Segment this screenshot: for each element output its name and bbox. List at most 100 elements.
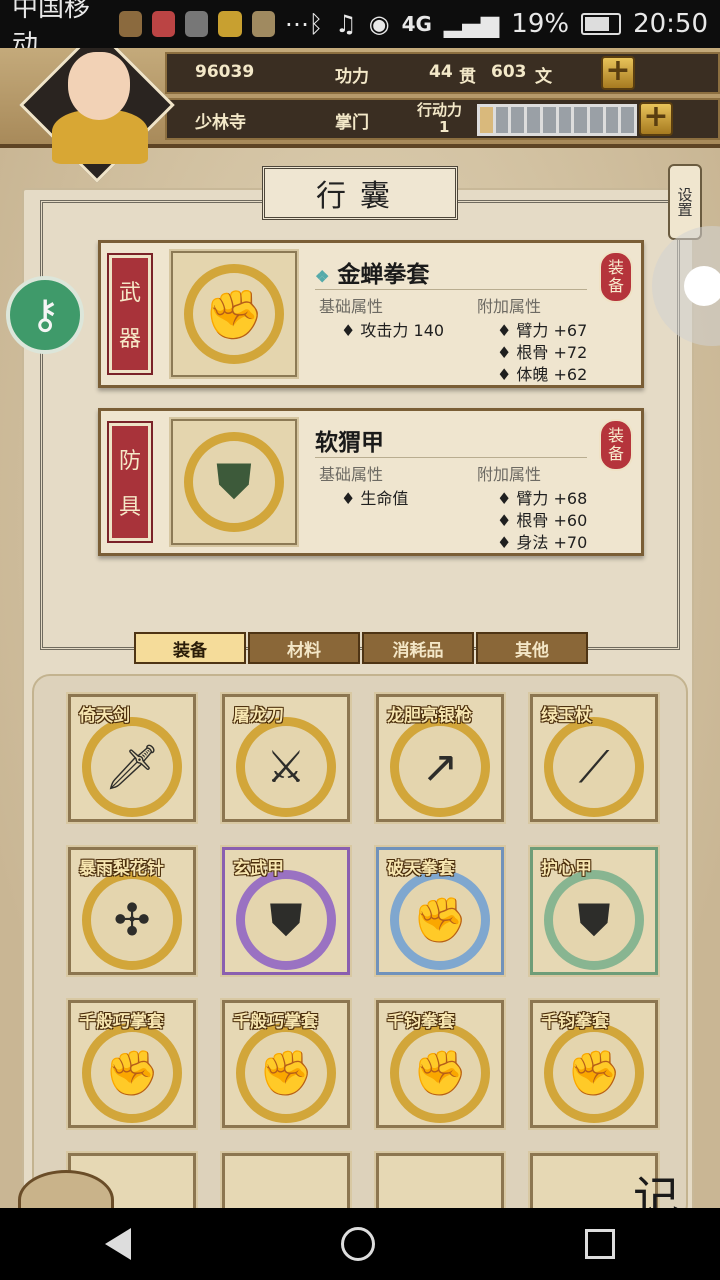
- equipped-weapon-slot[interactable]: ✊: [169, 249, 299, 379]
- inventory-item-partial[interactable]: [374, 1151, 506, 1208]
- weapon-slot-tag: 武 器: [107, 253, 153, 375]
- home-nav-icon[interactable]: [341, 1227, 375, 1261]
- gauntlet-icon: ✊: [104, 1048, 160, 1099]
- status-bar: 中国移动 ⋯ ᛒ ♫ ◉ 4G ▂▄▆ 19% 20:50: [0, 0, 720, 60]
- equipped-armor-slot[interactable]: ⛊: [169, 417, 299, 547]
- power-label: 功力: [335, 67, 369, 87]
- extra-stat: ♦ 臂力 +68: [497, 489, 588, 508]
- equip-char: 备: [607, 444, 624, 463]
- armor-icon: ⛊: [215, 453, 252, 510]
- item-ring: ⚔: [236, 717, 336, 817]
- gauntlet-icon: ✊: [204, 286, 264, 343]
- item-ring: ⛊: [544, 870, 644, 970]
- inventory-item[interactable]: ✊ 破天拳套: [374, 845, 506, 977]
- inventory-item[interactable]: ⚔ 屠龙刀: [220, 692, 352, 824]
- inventory-tabs: 装备 材料 消耗品 其他: [134, 632, 588, 664]
- stamina-segment: [558, 107, 572, 133]
- slot-char: 器: [118, 327, 141, 352]
- game-notification-icon: [218, 11, 242, 37]
- header-row-stats: 96039 功力 44 贯 603 文 +: [165, 52, 720, 94]
- battery-icon: [581, 13, 622, 35]
- equipped-armor-card[interactable]: 防 具 ⛊ 软猬甲 基础属性 附加属性 ♦ 生命值 ♦ 臂力 +68 ♦ 根骨 …: [98, 408, 644, 556]
- equip-char: 备: [607, 276, 624, 295]
- inventory-item[interactable]: ✊ 千般巧掌套: [220, 998, 352, 1130]
- divider: [315, 289, 587, 290]
- recents-nav-icon[interactable]: [585, 1229, 615, 1259]
- extra-stat: ♦ 身法 +70: [497, 533, 588, 552]
- item-name-text: 金蝉拳套: [337, 261, 430, 288]
- slot-char: 具: [118, 495, 141, 520]
- sword-icon: 🗡: [104, 742, 160, 793]
- tab-consumables[interactable]: 消耗品: [362, 632, 474, 664]
- divider: [315, 457, 587, 458]
- base-stats-header: 基础属性: [319, 297, 384, 316]
- add-stamina-button[interactable]: +: [639, 102, 673, 136]
- clock: 20:50: [633, 9, 709, 39]
- gauntlet-icon: ✊: [412, 895, 468, 946]
- player-avatar[interactable]: [19, 48, 175, 183]
- network-type: 4G: [401, 12, 432, 36]
- extra-stats-header: 附加属性: [477, 297, 542, 316]
- tab-other[interactable]: 其他: [476, 632, 588, 664]
- stamina-segment: [621, 107, 635, 133]
- money-guan-unit: 贯: [459, 67, 476, 87]
- back-nav-icon[interactable]: [105, 1228, 131, 1260]
- spear-icon: ↗: [421, 741, 459, 793]
- item-ring: ✊: [184, 264, 284, 364]
- item-name: ❖ 金蝉拳套: [315, 255, 429, 289]
- extra-stats-header: 附加属性: [477, 465, 542, 484]
- log-button[interactable]: 记: [604, 1160, 708, 1208]
- item-ring: 🗡: [82, 717, 182, 817]
- item-ring: ✊: [544, 1023, 644, 1123]
- stamina-segment: [589, 107, 603, 133]
- stamina-segment: [480, 107, 493, 133]
- key-icon[interactable]: ⚷: [6, 276, 84, 354]
- item-ring: ✊: [390, 870, 490, 970]
- inventory-item[interactable]: ↗ 龙胆亮银枪: [374, 692, 506, 824]
- money-wen: 603: [491, 62, 527, 82]
- gallery-notification-icon: [185, 11, 209, 37]
- item-ring: ✣: [82, 870, 182, 970]
- inventory-item[interactable]: 🗡 倚天剑: [66, 692, 198, 824]
- inventory-item[interactable]: ✊ 千般巧掌套: [66, 998, 198, 1130]
- app-notification-icon: [151, 11, 176, 37]
- equip-button[interactable]: 装 备: [599, 251, 633, 303]
- inventory-item[interactable]: ✊ 千钧拳套: [528, 998, 660, 1130]
- battery-percent: 19%: [511, 9, 570, 39]
- item-ring: ⛊: [184, 432, 284, 532]
- add-money-button[interactable]: +: [601, 56, 635, 90]
- saber-icon: ⚔: [266, 741, 306, 793]
- base-stat: ♦ 生命值: [341, 489, 409, 508]
- inventory-item[interactable]: ⛊ 玄武甲: [220, 845, 352, 977]
- extra-stat: ♦ 体魄 +62: [497, 365, 588, 384]
- app-notification-icon: [251, 11, 275, 37]
- item-name: 龙胆亮银枪: [387, 706, 472, 726]
- gauntlet-icon: ✊: [412, 1048, 468, 1099]
- inventory-item[interactable]: ⛊ 护心甲: [528, 845, 660, 977]
- item-grid[interactable]: 🗡 倚天剑 ⚔ 屠龙刀 ↗ 龙胆亮银枪 ⟋ 绿玉杖 ✣ 暴雨梨花针 ⛊ 玄武甲 ✊ 破天拳套 ⛊ 护心甲 ✊ 千般…: [32, 674, 688, 1208]
- inventory-item-partial[interactable]: [220, 1151, 352, 1208]
- item-name: 暴雨梨花针: [79, 859, 164, 879]
- equip-button[interactable]: 装 备: [599, 419, 633, 471]
- gem-icon: ❖: [315, 267, 330, 286]
- item-name: 绿玉杖: [541, 706, 592, 726]
- avatar-face: [68, 52, 130, 120]
- inventory-item[interactable]: ✊ 千钧拳套: [374, 998, 506, 1130]
- inventory-item[interactable]: ✣ 暴雨梨花针: [66, 845, 198, 977]
- stamina-segment: [527, 107, 540, 133]
- tab-materials[interactable]: 材料: [248, 632, 360, 664]
- slot-char: 防: [118, 449, 141, 474]
- bluetooth-icon: ᛒ: [308, 10, 324, 38]
- item-name: 软猬甲: [315, 429, 384, 456]
- stamina-segment: [574, 107, 587, 133]
- equipped-weapon-card[interactable]: 武 器 ✊ ❖ 金蝉拳套 基础属性 附加属性 ♦ 攻击力 140 ♦ 臂力 +6…: [98, 240, 644, 388]
- inventory-item[interactable]: ⟋ 绿玉杖: [528, 692, 660, 824]
- slot-char: 武: [118, 281, 141, 306]
- tab-equipment[interactable]: 装备: [134, 632, 246, 664]
- app-notification-icon: [118, 11, 142, 37]
- base-stats-header: 基础属性: [319, 465, 384, 484]
- equip-char: 装: [607, 426, 624, 445]
- money-guan: 44: [429, 62, 453, 82]
- item-name: 护心甲: [541, 859, 592, 879]
- system-nav-bar: [0, 1208, 720, 1280]
